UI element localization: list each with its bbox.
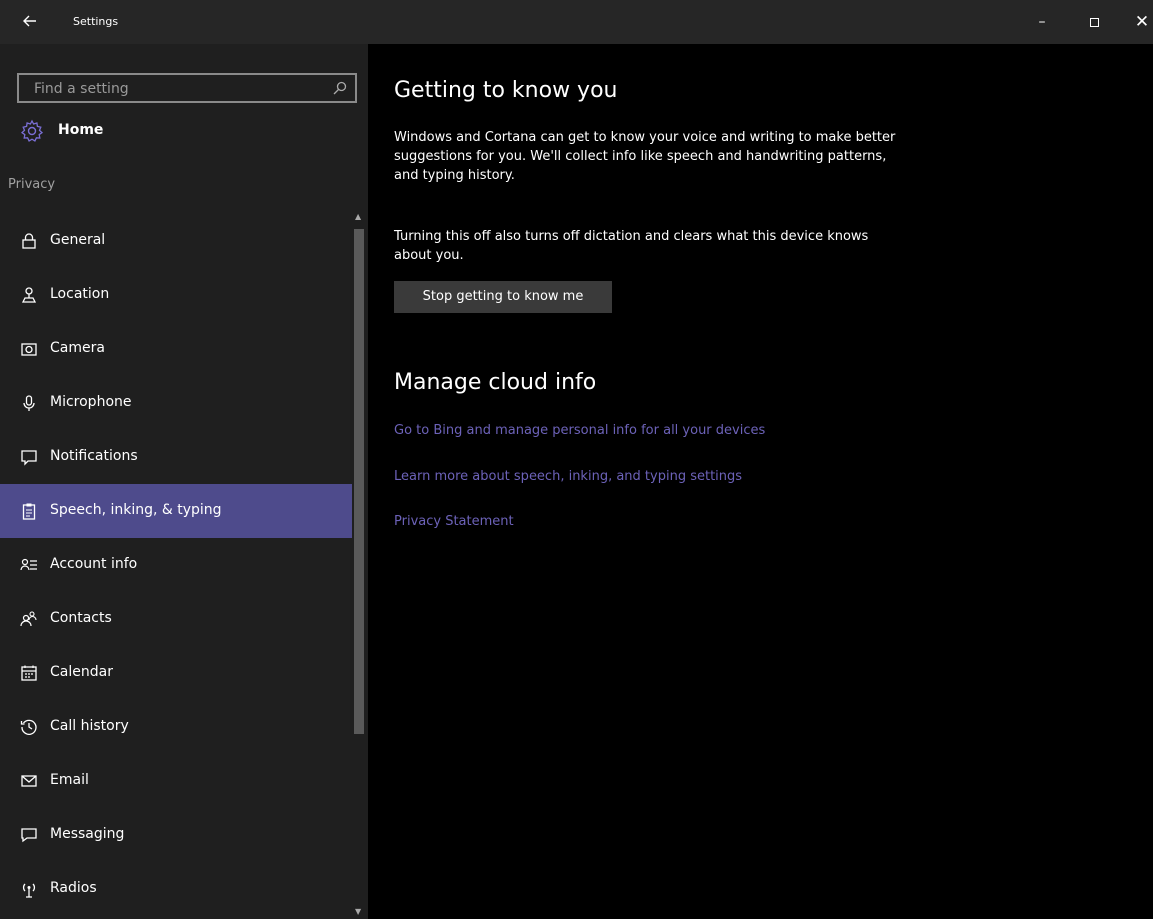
sidebar-item-call-history[interactable]: Call history (0, 700, 352, 754)
description-text: Windows and Cortana can get to know your… (394, 130, 896, 183)
sidebar-item-notifications[interactable]: Notifications (0, 430, 352, 484)
messaging-icon (19, 825, 39, 845)
sidebar-item-label: Radios (50, 880, 97, 896)
radios-icon (19, 879, 39, 899)
minimize-button[interactable]: – (1027, 10, 1057, 34)
page-title: Getting to know you (394, 78, 618, 103)
camera-icon (19, 339, 39, 359)
back-button[interactable] (18, 12, 42, 32)
sidebar-item-label: Camera (50, 340, 105, 356)
call-history-icon (19, 717, 39, 737)
sidebar-item-label: Messaging (50, 826, 125, 842)
privacy-statement-link[interactable]: Privacy Statement (394, 514, 514, 529)
sidebar-item-calendar[interactable]: Calendar (0, 646, 352, 700)
sidebar-item-label: Calendar (50, 664, 113, 680)
account-info-icon (19, 555, 39, 575)
arrow-left-icon (23, 15, 36, 27)
sidebar-item-speech-inking-typing[interactable]: Speech, inking, & typing (0, 484, 352, 538)
sidebar-item-label: Speech, inking, & typing (50, 502, 222, 518)
minimize-icon: – (1038, 14, 1046, 30)
sidebar-item-contacts[interactable]: Contacts (0, 592, 352, 646)
sidebar-item-label: Microphone (50, 394, 132, 410)
close-button[interactable]: ✕ (1127, 10, 1153, 34)
maximize-button[interactable] (1079, 10, 1109, 34)
search-input[interactable]: Find a setting (17, 73, 357, 103)
home-label: Home (58, 122, 104, 138)
search-icon (333, 81, 347, 95)
section-heading: Privacy (8, 177, 56, 192)
scroll-up-icon[interactable]: ▲ (355, 212, 361, 221)
scroll-down-icon[interactable]: ▼ (355, 907, 361, 916)
sidebar-item-label: Call history (50, 718, 129, 734)
sidebar-item-label: Account info (50, 556, 138, 572)
sidebar-item-general[interactable]: General (0, 214, 352, 268)
sidebar-item-label: Notifications (50, 448, 138, 464)
sidebar-item-messaging[interactable]: Messaging (0, 808, 352, 862)
sidebar-item-label: General (50, 232, 106, 248)
sidebar-scrollbar[interactable]: ▲ ▼ (352, 212, 366, 919)
bing-link[interactable]: Go to Bing and manage personal info for … (394, 423, 765, 438)
close-icon: ✕ (1134, 12, 1150, 32)
sidebar-item-label: Location (50, 286, 110, 302)
sidebar-item-account-info[interactable]: Account info (0, 538, 352, 592)
section-title: Manage cloud info (394, 370, 597, 395)
warning-text: Turning this off also turns off dictatio… (394, 229, 869, 263)
scroll-thumb[interactable] (354, 229, 364, 734)
microphone-icon (19, 393, 39, 413)
contacts-icon (19, 609, 39, 629)
sidebar-item-radios[interactable]: Radios (0, 862, 352, 916)
sidebar-item-microphone[interactable]: Microphone (0, 376, 352, 430)
location-icon (19, 285, 39, 305)
lock-icon (19, 231, 39, 251)
clipboard-icon (19, 501, 39, 521)
calendar-icon (19, 663, 39, 683)
stop-getting-to-know-me-button[interactable]: Stop getting to know me (394, 281, 612, 313)
notifications-icon (19, 447, 39, 467)
email-icon (19, 771, 39, 791)
window-title: Settings (73, 15, 119, 28)
title-bar: Settings – ✕ (0, 0, 1153, 44)
sidebar-item-camera[interactable]: Camera (0, 322, 352, 376)
sidebar: Find a setting Home Privacy General Loca… (0, 44, 368, 919)
maximize-icon (1089, 17, 1099, 27)
learn-more-link[interactable]: Learn more about speech, inking, and typ… (394, 469, 742, 484)
main-content: Getting to know you Windows and Cortana … (368, 44, 1153, 919)
sidebar-item-label: Email (50, 772, 89, 788)
gear-icon (20, 119, 44, 142)
sidebar-item-location[interactable]: Location (0, 268, 352, 322)
search-placeholder: Find a setting (34, 81, 129, 97)
sidebar-item-email[interactable]: Email (0, 754, 352, 808)
sidebar-item-label: Contacts (50, 610, 112, 626)
